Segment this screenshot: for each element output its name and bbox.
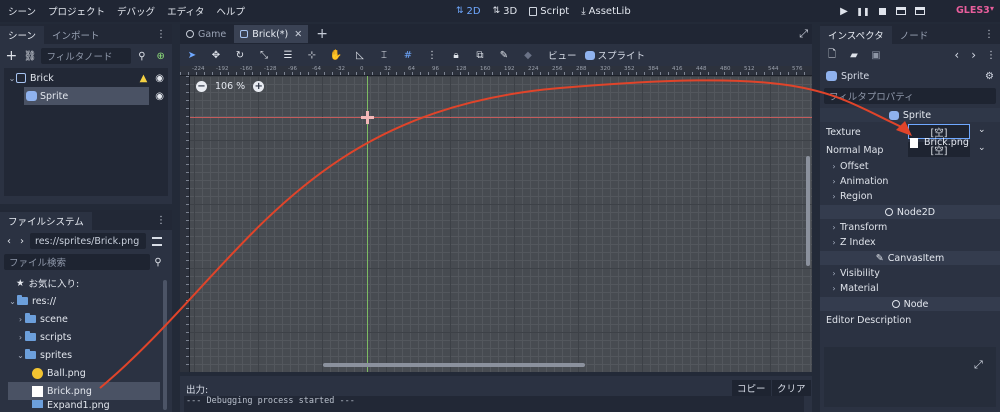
arrow-head-icon [896,121,912,136]
drag-arrow-path [99,79,909,389]
drag-arrow [99,79,912,389]
